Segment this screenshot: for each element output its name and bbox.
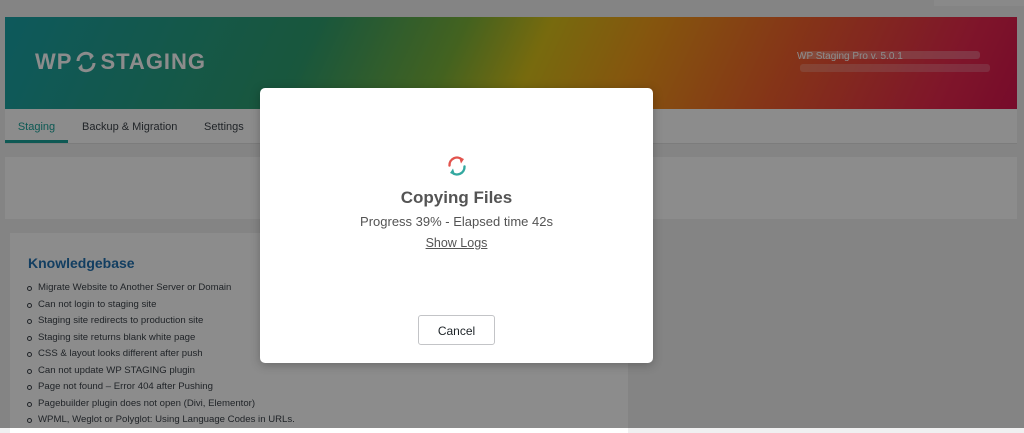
progress-text: Progress 39% - Elapsed time 42s [360,214,553,229]
sync-icon [448,156,466,176]
show-logs-container: Show Logs [260,236,653,250]
cancel-button[interactable]: Cancel [418,315,495,345]
modal-title: Copying Files [400,188,513,207]
copying-files-modal: Copying Files Progress 39% - Elapsed tim… [260,88,653,363]
show-logs-link[interactable]: Show Logs [426,236,488,250]
